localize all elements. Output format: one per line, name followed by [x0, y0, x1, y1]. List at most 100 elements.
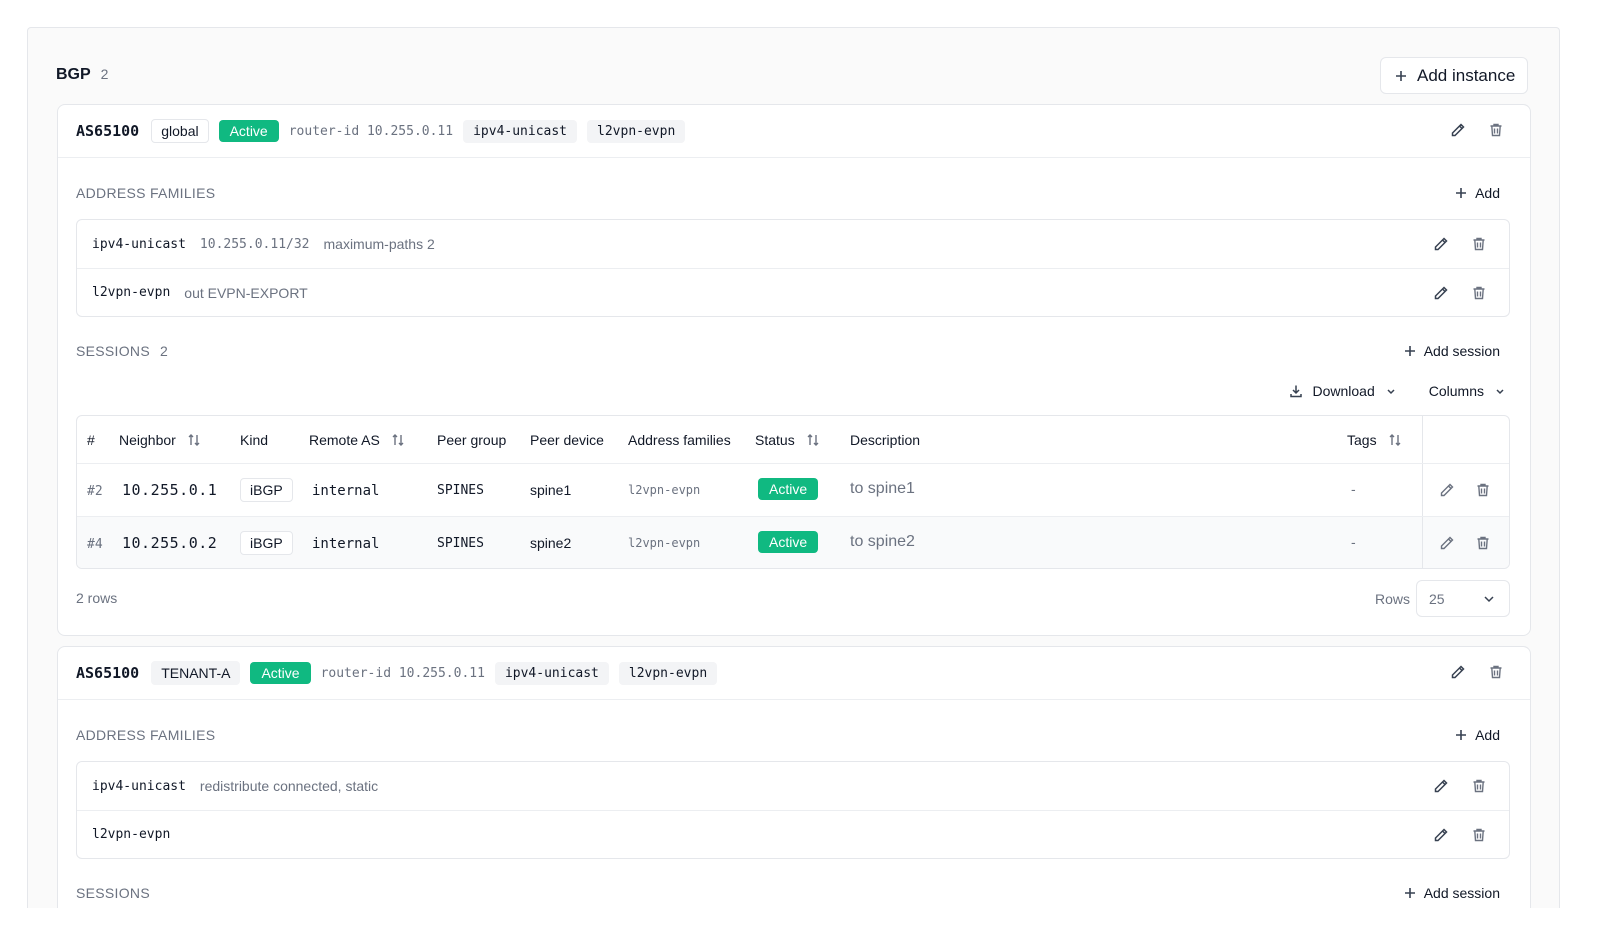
af-name: ipv4-unicast [92, 778, 186, 794]
sessions-title: SESSIONS 2 [76, 343, 168, 359]
router-id: router-id 10.255.0.11 [288, 123, 454, 139]
edit-icon[interactable] [1433, 778, 1449, 794]
plus-icon [1402, 885, 1418, 901]
row-description: to spine1 [850, 480, 915, 497]
add-instance-label: Add instance [1417, 65, 1516, 85]
trash-icon[interactable] [1475, 535, 1491, 551]
download-label: Download [1312, 383, 1375, 399]
edit-icon[interactable] [1450, 122, 1466, 138]
sort-icon[interactable] [186, 432, 202, 448]
af-network: 10.255.0.11/32 [199, 236, 310, 252]
trash-icon[interactable] [1471, 285, 1487, 301]
add-instance-button[interactable]: Add instance [1380, 57, 1529, 94]
col-tags[interactable]: Tags [1347, 432, 1403, 448]
neighbor-address: 10.255.0.1 [122, 481, 218, 499]
address-families-title: ADDRESS FAMILIES [76, 727, 216, 743]
col-status-label: Status [755, 431, 795, 448]
add-af-button[interactable]: Add [1453, 727, 1500, 743]
trash-icon[interactable] [1475, 482, 1491, 498]
peer-device: spine2 [530, 535, 572, 551]
sort-icon[interactable] [805, 432, 821, 448]
row-address-families: l2vpn-evpn [628, 536, 701, 550]
af-name: l2vpn-evpn [92, 827, 171, 842]
trash-icon[interactable] [1488, 664, 1504, 680]
col-peer-group: Peer group [437, 431, 507, 448]
remote-as: internal [312, 536, 380, 552]
row-index: #2 [87, 484, 103, 499]
table-row[interactable]: #2 10.255.0.1 iBGP internal SPINES spine… [77, 464, 1509, 516]
table-toolbar: Download Columns [1288, 383, 1508, 399]
chevron-down-icon [1481, 591, 1497, 607]
row-description: to spine2 [850, 533, 915, 550]
col-remote-as-label: Remote AS [309, 431, 380, 448]
add-af-button[interactable]: Add [1453, 185, 1500, 201]
row-tags: - [1351, 481, 1356, 497]
instance-asn: AS65100 [76, 122, 140, 140]
add-session-button[interactable]: Add session [1402, 885, 1500, 901]
download-icon [1288, 383, 1304, 399]
section-count: 2 [100, 66, 109, 82]
trash-icon[interactable] [1471, 827, 1487, 843]
router-id: router-id 10.255.0.11 [320, 665, 485, 681]
add-session-label: Add session [1423, 885, 1500, 901]
address-families-list: ipv4-unicast 10.255.0.11/32 maximum-path… [76, 219, 1510, 317]
add-session-button[interactable]: Add session [1402, 343, 1500, 359]
instance-header: AS65100 global Active router-id 10.255.0… [58, 105, 1530, 158]
af-name: l2vpn-evpn [92, 285, 171, 300]
bgp-panel: BGP 2 Add instance AS65100 global Active… [27, 27, 1560, 908]
rows-count: 2 rows [76, 590, 118, 606]
sort-icon[interactable] [390, 432, 406, 448]
edit-icon[interactable] [1439, 482, 1455, 498]
download-button[interactable]: Download [1288, 383, 1398, 399]
rows-per-page: Rows 25 [1375, 580, 1510, 617]
peer-group: SPINES [437, 536, 484, 551]
list-item: l2vpn-evpn out EVPN-EXPORT [77, 268, 1509, 316]
plus-icon [1453, 185, 1469, 201]
kind-badge: iBGP [240, 531, 293, 555]
sort-icon[interactable] [1387, 432, 1403, 448]
rows-label: Rows [1374, 590, 1410, 607]
edit-icon[interactable] [1433, 236, 1449, 252]
sessions-title: SESSIONS [76, 885, 150, 901]
add-session-label: Add session [1423, 343, 1500, 359]
section-title: BGP [56, 66, 91, 83]
trash-icon[interactable] [1488, 122, 1504, 138]
kind-badge: iBGP [240, 478, 293, 502]
status-badge: Active [250, 662, 311, 684]
col-status[interactable]: Status [755, 432, 821, 448]
columns-button[interactable]: Columns [1429, 383, 1508, 399]
row-address-families: l2vpn-evpn [628, 483, 701, 497]
edit-icon[interactable] [1433, 285, 1449, 301]
peer-group: SPINES [437, 483, 484, 498]
list-item: ipv4-unicast 10.255.0.11/32 maximum-path… [77, 220, 1509, 268]
af-detail: out EVPN-EXPORT [184, 284, 308, 301]
edit-icon[interactable] [1433, 827, 1449, 843]
af-badge: l2vpn-evpn [618, 661, 718, 685]
table-row[interactable]: #4 10.255.0.2 iBGP internal SPINES spine… [77, 516, 1509, 568]
plus-icon [1393, 68, 1409, 84]
chevron-down-icon [1492, 383, 1508, 399]
row-index: #4 [87, 537, 103, 552]
af-badge: ipv4-unicast [463, 119, 578, 143]
sessions-table: # Neighbor Kind Remote AS Peer group Pee… [76, 415, 1510, 569]
edit-icon[interactable] [1439, 535, 1455, 551]
address-families-list: ipv4-unicast redistribute connected, sta… [76, 761, 1510, 859]
col-index: # [87, 431, 95, 448]
edit-icon[interactable] [1450, 664, 1466, 680]
rows-per-page-select[interactable]: 25 [1416, 580, 1510, 617]
section-header: BGP 2 [56, 66, 108, 84]
af-detail: maximum-paths 2 [323, 236, 435, 252]
row-actions-cell [1422, 464, 1509, 516]
plus-icon [1453, 727, 1469, 743]
col-neighbor-label: Neighbor [119, 431, 176, 448]
address-families-title: ADDRESS FAMILIES [76, 185, 216, 201]
af-detail: redistribute connected, static [199, 778, 379, 794]
columns-label: Columns [1428, 383, 1484, 399]
trash-icon[interactable] [1471, 778, 1487, 794]
col-remote-as[interactable]: Remote AS [309, 432, 406, 448]
plus-icon [1402, 343, 1418, 359]
trash-icon[interactable] [1471, 236, 1487, 252]
col-neighbor[interactable]: Neighbor [119, 432, 202, 448]
sessions-count: 2 [159, 343, 169, 359]
chevron-down-icon [1383, 383, 1399, 399]
